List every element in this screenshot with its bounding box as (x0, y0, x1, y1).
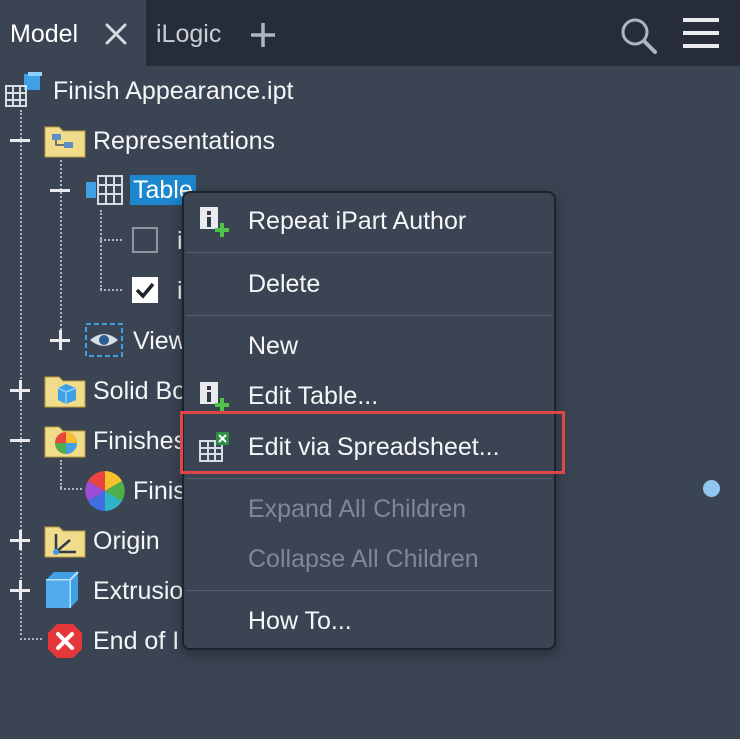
tree-item-member-2[interactable]: i (0, 268, 200, 312)
expand-toggle[interactable] (10, 380, 30, 400)
member-checkbox[interactable] (132, 227, 158, 253)
menu-item-repeat-ipart-author[interactable]: Repeat iPart Author (184, 198, 554, 242)
close-icon[interactable] (104, 22, 128, 46)
tree-item-representations[interactable]: Representations (0, 118, 400, 162)
menu-item-collapse-all-children[interactable]: Collapse All Children (184, 536, 554, 580)
table-icon (86, 175, 123, 205)
menu-item-label: Expand All Children (248, 495, 467, 523)
tree-item-view[interactable]: View (0, 318, 200, 362)
tree-item-label: Representations (93, 127, 276, 155)
menu-item-expand-all-children[interactable]: Expand All Children (184, 486, 554, 530)
tree-item-finishes[interactable]: Finishes (0, 418, 200, 462)
tree-item-label: Origin (93, 527, 160, 555)
tree-item-label: Extrusio (93, 577, 184, 605)
tree-item-label: Finishes (93, 427, 187, 455)
add-icon[interactable] (250, 22, 276, 48)
menu-item-label: Repeat iPart Author (248, 207, 467, 235)
tree-item-finish[interactable]: Finis (0, 468, 200, 512)
tree-item-label: View (133, 327, 187, 355)
menu-item-delete[interactable]: Delete (184, 261, 554, 305)
menu-separator (186, 315, 552, 316)
appearance-icon (44, 426, 86, 458)
menu-item-how-to[interactable]: How To... (184, 598, 554, 642)
collapse-toggle[interactable] (10, 430, 30, 450)
menu-item-label: How To... (248, 607, 352, 635)
tree-item-solid-bodies[interactable]: Solid Bo (0, 368, 200, 412)
tab-model[interactable]: Model (0, 0, 146, 66)
highlight-annotation (180, 411, 565, 474)
expand-toggle[interactable] (50, 330, 70, 350)
browser-tab-bar: Model iLogic (0, 0, 740, 66)
tree-item-member-1[interactable]: i (0, 218, 200, 262)
tree-root[interactable]: Finish Appearance.ipt (0, 68, 400, 112)
tab-model-label: Model (10, 20, 79, 48)
indicator-dot (703, 480, 720, 497)
tree-root-label: Finish Appearance.ipt (53, 77, 294, 105)
ipart-author-icon (200, 382, 229, 412)
menu-item-new[interactable]: New (184, 323, 554, 367)
ipart-author-icon (200, 207, 229, 237)
eye-icon (85, 323, 123, 357)
member-checkbox-checked[interactable] (132, 277, 158, 303)
tab-ilogic-label: iLogic (156, 20, 222, 48)
expand-toggle[interactable] (10, 580, 30, 600)
tree-item-label: Solid Bo (93, 377, 187, 405)
search-icon[interactable] (620, 17, 658, 55)
extrusion-icon (46, 571, 79, 608)
origin-icon (44, 526, 86, 558)
folder-icon (44, 126, 86, 158)
appearance-icon (85, 471, 125, 511)
tree-item-end-of-part[interactable]: End of I (0, 618, 200, 662)
menu-item-label: Collapse All Children (248, 545, 479, 573)
error-icon (48, 624, 82, 658)
tree-item-origin[interactable]: Origin (0, 518, 200, 562)
check-icon (135, 282, 155, 299)
part-icon (5, 72, 42, 107)
menu-icon[interactable] (683, 18, 719, 50)
tree-item-label: Finis (133, 477, 186, 505)
menu-item-label: Delete (248, 270, 321, 298)
menu-separator (186, 252, 552, 253)
collapse-toggle[interactable] (50, 180, 70, 200)
expand-toggle[interactable] (10, 530, 30, 550)
tree-item-extrusion[interactable]: Extrusio (0, 568, 200, 612)
menu-separator (186, 478, 552, 479)
solid-body-icon (44, 376, 86, 408)
tree-item-label: End of I (93, 627, 180, 655)
collapse-toggle[interactable] (10, 130, 30, 150)
tab-ilogic[interactable]: iLogic (146, 0, 246, 66)
menu-item-label: Edit Table... (248, 382, 379, 410)
menu-item-label: New (248, 332, 299, 360)
menu-separator (186, 590, 552, 591)
